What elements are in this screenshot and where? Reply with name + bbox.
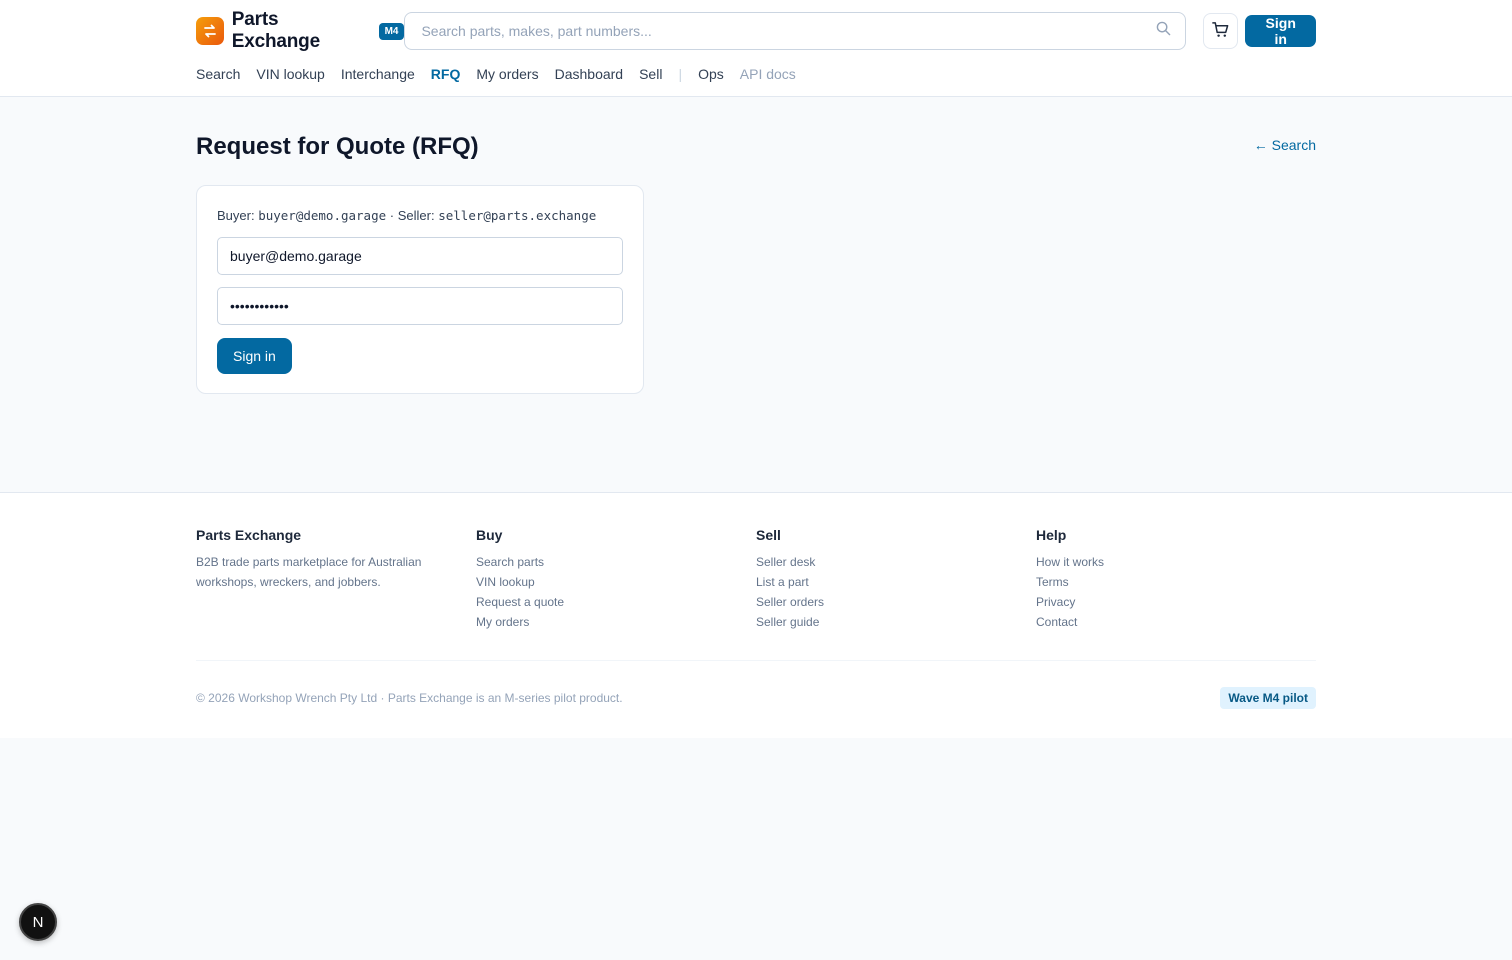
cart-button[interactable] <box>1202 13 1239 49</box>
footer-sell-col: Sell Seller desk List a part Seller orde… <box>756 527 1036 632</box>
site-footer: Parts Exchange B2B trade parts marketpla… <box>0 492 1512 738</box>
seller-email: seller@parts.exchange <box>438 208 597 223</box>
account-info: Buyer: buyer@demo.garage · Seller: selle… <box>217 208 623 223</box>
nav-separator: | <box>678 66 683 82</box>
search-bar[interactable] <box>404 12 1186 50</box>
header-inner: Parts Exchange M4 Search parts, makes, p… <box>196 0 1316 96</box>
pilot-badge: Wave M4 pilot <box>1220 687 1316 709</box>
nav-api-docs[interactable]: API docs <box>740 66 796 82</box>
exchange-arrows-icon <box>196 17 224 45</box>
nav-dashboard[interactable]: Dashboard <box>555 66 624 82</box>
footer-link-list-part[interactable]: List a part <box>756 572 1036 592</box>
brand-logo[interactable]: Parts Exchange M4 <box>196 9 405 53</box>
footer-brand-col: Parts Exchange B2B trade parts marketpla… <box>196 527 476 632</box>
footer-buy-col: Buy Search parts VIN lookup Request a qu… <box>476 527 756 632</box>
sign-in-button[interactable]: Sign in <box>217 338 292 374</box>
search-input[interactable] <box>421 23 1156 39</box>
footer-buy-title: Buy <box>476 527 503 543</box>
password-field[interactable] <box>217 287 623 325</box>
footer-link-privacy[interactable]: Privacy <box>1036 592 1316 612</box>
footer-link-request-quote[interactable]: Request a quote <box>476 592 756 612</box>
back-to-search-link[interactable]: ← Search <box>1254 137 1316 153</box>
nav-vin-lookup[interactable]: VIN lookup <box>256 66 324 82</box>
search-icon[interactable] <box>1156 21 1171 41</box>
footer-link-seller-orders[interactable]: Seller orders <box>756 592 1036 612</box>
footer-sell-title: Sell <box>756 527 781 543</box>
cart-icon <box>1211 20 1230 42</box>
footer-link-how-it-works[interactable]: How it works <box>1036 552 1316 572</box>
header-sign-in-button[interactable]: Sign in <box>1245 15 1316 47</box>
footer-help-col: Help How it works Terms Privacy Contact <box>1036 527 1316 632</box>
footer-brand-title: Parts Exchange <box>196 527 302 543</box>
seller-label: Seller: <box>397 208 435 223</box>
footer-link-seller-guide[interactable]: Seller guide <box>756 612 1036 632</box>
main-nav: Search VIN lookup Interchange RFQ My ord… <box>196 62 1316 86</box>
brand-name: Parts Exchange <box>231 9 320 52</box>
footer-link-search-parts[interactable]: Search parts <box>476 552 756 572</box>
dev-tools-badge[interactable]: N <box>19 903 57 941</box>
footer-link-seller-desk[interactable]: Seller desk <box>756 552 1036 572</box>
info-separator: · <box>389 208 395 223</box>
footer-link-terms[interactable]: Terms <box>1036 572 1316 592</box>
version-badge: M4 <box>378 22 405 40</box>
footer-help-title: Help <box>1036 527 1067 543</box>
buyer-label: Buyer: <box>217 208 255 223</box>
footer-link-contact[interactable]: Contact <box>1036 612 1316 632</box>
nav-my-orders[interactable]: My orders <box>476 66 538 82</box>
footer-columns: Parts Exchange B2B trade parts marketpla… <box>196 527 1316 632</box>
footer-bottom: © 2026 Workshop Wrench Pty Ltd · Parts E… <box>196 660 1316 709</box>
nav-search[interactable]: Search <box>196 66 240 82</box>
site-header: Parts Exchange M4 Search parts, makes, p… <box>0 0 1512 97</box>
footer-inner: Parts Exchange B2B trade parts marketpla… <box>196 493 1316 709</box>
email-field[interactable] <box>217 237 623 275</box>
page-title: Request for Quote (RFQ) <box>196 133 479 160</box>
nav-interchange[interactable]: Interchange <box>341 66 415 82</box>
nav-sell[interactable]: Sell <box>639 66 662 82</box>
footer-link-vin-lookup[interactable]: VIN lookup <box>476 572 756 592</box>
nav-ops[interactable]: Ops <box>698 66 724 82</box>
nav-rfq[interactable]: RFQ <box>431 66 461 82</box>
footer-brand-desc: B2B trade parts marketplace for Australi… <box>196 555 422 589</box>
signin-card: Buyer: buyer@demo.garage · Seller: selle… <box>196 185 644 394</box>
footer-link-my-orders[interactable]: My orders <box>476 612 756 632</box>
main-content: Request for Quote (RFQ) ← Search Buyer: … <box>196 97 1316 492</box>
buyer-email: buyer@demo.garage <box>258 208 387 223</box>
top-bar: Parts Exchange M4 Search parts, makes, p… <box>196 0 1316 62</box>
copyright-text: © 2026 Workshop Wrench Pty Ltd · Parts E… <box>196 691 623 705</box>
